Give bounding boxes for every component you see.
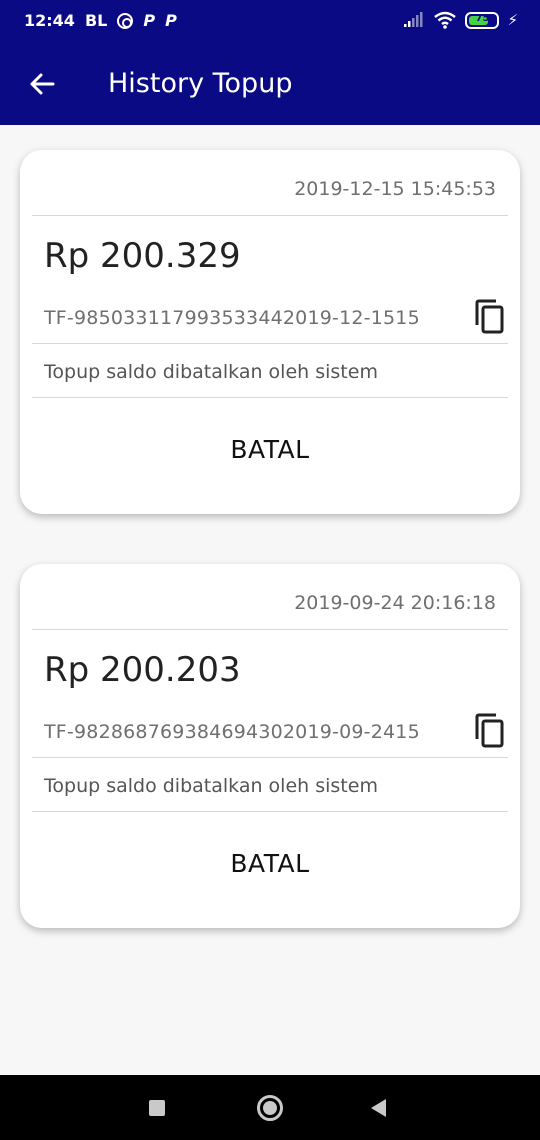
transaction-id: TF-985033117993533442019-12-1515 xyxy=(44,307,420,329)
app-bar: History Topup xyxy=(0,44,540,125)
divider xyxy=(32,757,508,758)
transaction-card: 2019-09-24 20:16:18 Rp 200.203 TF-982868… xyxy=(20,564,520,928)
transaction-id: TF-982868769384694302019-09-2415 xyxy=(44,721,420,743)
parking-notification-icon-2: P xyxy=(165,11,177,30)
status-bar: 12:44 BL P P 75 ⚡ xyxy=(0,0,540,44)
charging-icon: ⚡ xyxy=(507,11,518,29)
transaction-date: 2019-12-15 15:45:53 xyxy=(294,178,496,200)
divider xyxy=(32,811,508,812)
copy-id-button[interactable] xyxy=(472,712,506,750)
transaction-card: 2019-12-15 15:45:53 Rp 200.329 TF-985033… xyxy=(20,150,520,514)
transaction-date: 2019-09-24 20:16:18 xyxy=(294,592,496,614)
status-left: 12:44 BL P P xyxy=(24,11,177,30)
battery-icon: 75 xyxy=(465,11,500,29)
system-nav-bar xyxy=(0,1075,540,1140)
sync-icon xyxy=(117,12,134,29)
status-carrier: BL xyxy=(84,11,108,30)
transaction-status: BATAL xyxy=(230,435,310,464)
transaction-status: BATAL xyxy=(230,849,310,878)
transaction-amount: Rp 200.203 xyxy=(44,650,241,690)
recents-button[interactable] xyxy=(149,1100,165,1116)
back-arrow-icon xyxy=(30,73,55,95)
divider xyxy=(32,343,508,344)
divider xyxy=(32,215,508,216)
system-back-button[interactable] xyxy=(371,1099,386,1117)
home-button[interactable] xyxy=(257,1095,283,1121)
transaction-note: Topup saldo dibatalkan oleh sistem xyxy=(44,775,378,797)
status-right: 75 ⚡ xyxy=(403,11,518,29)
signal-icon xyxy=(404,12,423,27)
status-time: 12:44 xyxy=(24,11,75,30)
battery-level: 75 xyxy=(475,12,490,24)
transaction-amount: Rp 200.329 xyxy=(44,236,241,276)
transaction-note: Topup saldo dibatalkan oleh sistem xyxy=(44,361,378,383)
copy-id-button[interactable] xyxy=(472,298,506,336)
back-button[interactable] xyxy=(22,64,62,104)
divider xyxy=(32,629,508,630)
page-title: History Topup xyxy=(108,68,293,99)
divider xyxy=(32,397,508,398)
parking-notification-icon: P xyxy=(143,11,156,30)
app-root: 12:44 BL P P 75 ⚡ History Topup 2019-12-… xyxy=(0,0,540,1140)
wifi-icon xyxy=(434,11,457,29)
copy-icon xyxy=(475,299,504,334)
copy-icon xyxy=(475,713,504,748)
